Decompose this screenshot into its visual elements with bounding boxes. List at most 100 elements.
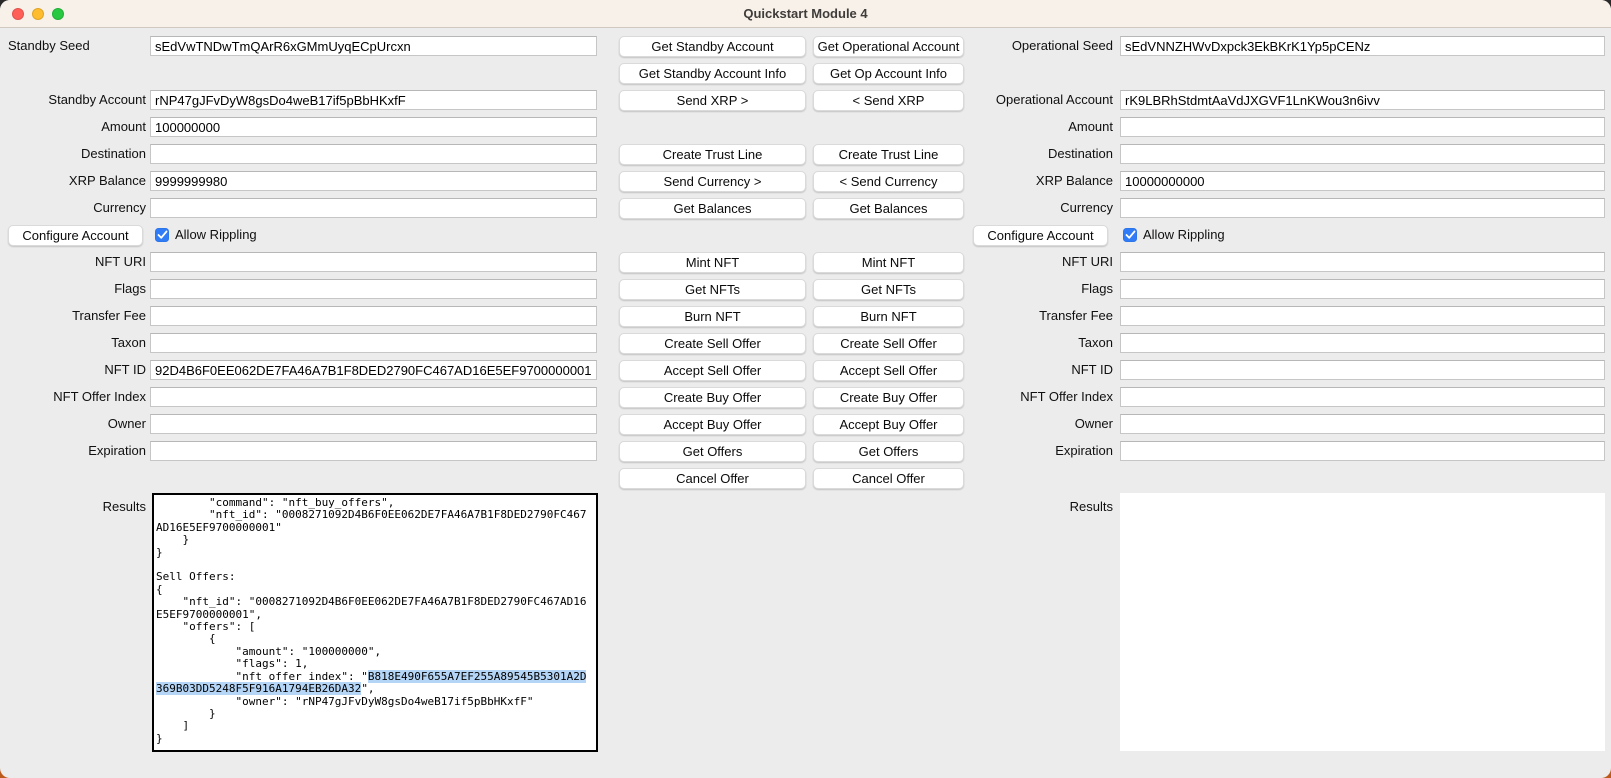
operational-expiration-label: Expiration <box>955 441 1113 461</box>
standby-xrp-balance-label: XRP Balance <box>0 171 146 191</box>
operational-nft-id-input[interactable] <box>1120 360 1605 380</box>
operational-mint-nft-button[interactable]: Mint NFT <box>813 252 964 273</box>
send-xrp-left-button[interactable]: < Send XRP <box>813 90 964 111</box>
standby-owner-input[interactable] <box>150 414 597 434</box>
standby-amount-input[interactable] <box>150 117 597 137</box>
standby-nft-id-input[interactable] <box>150 360 597 380</box>
standby-expiration-label: Expiration <box>0 441 146 461</box>
standby-burn-nft-button[interactable]: Burn NFT <box>619 306 806 327</box>
operational-transfer-fee-input[interactable] <box>1120 306 1605 326</box>
send-currency-left-button[interactable]: < Send Currency <box>813 171 964 192</box>
results-text-before: "command": "nft_buy_offers", "nft_id": "… <box>156 496 586 683</box>
get-operational-account-button[interactable]: Get Operational Account <box>813 36 964 57</box>
operational-create-sell-offer-button[interactable]: Create Sell Offer <box>813 333 964 354</box>
standby-get-balances-button[interactable]: Get Balances <box>619 198 806 219</box>
standby-account-input[interactable] <box>150 90 597 110</box>
standby-get-offers-button[interactable]: Get Offers <box>619 441 806 462</box>
operational-owner-label: Owner <box>955 414 1113 434</box>
standby-taxon-label: Taxon <box>0 333 146 353</box>
standby-taxon-input[interactable] <box>150 333 597 353</box>
standby-nft-offer-index-label: NFT Offer Index <box>0 387 146 407</box>
standby-account-label: Standby Account <box>0 90 146 110</box>
standby-create-sell-offer-button[interactable]: Create Sell Offer <box>619 333 806 354</box>
get-standby-account-button[interactable]: Get Standby Account <box>619 36 806 57</box>
app-window: Quickstart Module 4 Standby Seed Standby… <box>0 0 1611 778</box>
standby-nft-uri-input[interactable] <box>150 252 597 272</box>
operational-amount-input[interactable] <box>1120 117 1605 137</box>
send-xrp-right-button[interactable]: Send XRP > <box>619 90 806 111</box>
title-bar: Quickstart Module 4 <box>0 0 1611 28</box>
standby-transfer-fee-input[interactable] <box>150 306 597 326</box>
operational-expiration-input[interactable] <box>1120 441 1605 461</box>
checkmark-icon <box>1125 230 1136 240</box>
standby-nft-uri-label: NFT URI <box>0 252 146 272</box>
operational-flags-label: Flags <box>955 279 1113 299</box>
operational-account-input[interactable] <box>1120 90 1605 110</box>
operational-cancel-offer-button[interactable]: Cancel Offer <box>813 468 964 489</box>
operational-seed-input[interactable] <box>1120 36 1605 56</box>
operational-nft-offer-index-label: NFT Offer Index <box>955 387 1113 407</box>
operational-amount-label: Amount <box>955 117 1113 137</box>
operational-currency-label: Currency <box>955 198 1113 218</box>
standby-cancel-offer-button[interactable]: Cancel Offer <box>619 468 806 489</box>
window-title: Quickstart Module 4 <box>0 0 1611 28</box>
standby-xrp-balance-input[interactable] <box>150 171 597 191</box>
standby-nft-offer-index-input[interactable] <box>150 387 597 407</box>
operational-destination-label: Destination <box>955 144 1113 164</box>
standby-allow-rippling-checkbox[interactable] <box>155 228 169 242</box>
operational-results-textarea[interactable] <box>1120 493 1605 751</box>
standby-flags-input[interactable] <box>150 279 597 299</box>
standby-accept-sell-offer-button[interactable]: Accept Sell Offer <box>619 360 806 381</box>
operational-nft-id-label: NFT ID <box>955 360 1113 380</box>
operational-xrp-balance-input[interactable] <box>1120 171 1605 191</box>
standby-destination-input[interactable] <box>150 144 597 164</box>
operational-get-nfts-button[interactable]: Get NFTs <box>813 279 964 300</box>
standby-results-label: Results <box>0 497 146 517</box>
operational-nft-uri-label: NFT URI <box>955 252 1113 272</box>
operational-destination-input[interactable] <box>1120 144 1605 164</box>
standby-create-buy-offer-button[interactable]: Create Buy Offer <box>619 387 806 408</box>
standby-create-trust-line-button[interactable]: Create Trust Line <box>619 144 806 165</box>
operational-nft-uri-input[interactable] <box>1120 252 1605 272</box>
operational-account-label: Operational Account <box>955 90 1113 110</box>
operational-accept-sell-offer-button[interactable]: Accept Sell Offer <box>813 360 964 381</box>
standby-nft-id-label: NFT ID <box>0 360 146 380</box>
operational-get-balances-button[interactable]: Get Balances <box>813 198 964 219</box>
standby-transfer-fee-label: Transfer Fee <box>0 306 146 326</box>
standby-results-textarea[interactable]: "command": "nft_buy_offers", "nft_id": "… <box>152 493 598 752</box>
operational-burn-nft-button[interactable]: Burn NFT <box>813 306 964 327</box>
standby-allow-rippling-label: Allow Rippling <box>175 225 257 245</box>
standby-currency-input[interactable] <box>150 198 597 218</box>
operational-seed-label: Operational Seed <box>955 36 1113 56</box>
standby-mint-nft-button[interactable]: Mint NFT <box>619 252 806 273</box>
operational-transfer-fee-label: Transfer Fee <box>955 306 1113 326</box>
standby-flags-label: Flags <box>0 279 146 299</box>
operational-allow-rippling-label: Allow Rippling <box>1143 225 1225 245</box>
get-op-account-info-button[interactable]: Get Op Account Info <box>813 63 964 84</box>
standby-expiration-input[interactable] <box>150 441 597 461</box>
send-currency-right-button[interactable]: Send Currency > <box>619 171 806 192</box>
operational-results-label: Results <box>955 497 1113 517</box>
operational-create-buy-offer-button[interactable]: Create Buy Offer <box>813 387 964 408</box>
standby-seed-input[interactable] <box>150 36 597 56</box>
operational-taxon-label: Taxon <box>955 333 1113 353</box>
standby-amount-label: Amount <box>0 117 146 137</box>
operational-flags-input[interactable] <box>1120 279 1605 299</box>
checkmark-icon <box>157 230 168 240</box>
operational-xrp-balance-label: XRP Balance <box>955 171 1113 191</box>
standby-destination-label: Destination <box>0 144 146 164</box>
operational-allow-rippling-checkbox[interactable] <box>1123 228 1137 242</box>
operational-accept-buy-offer-button[interactable]: Accept Buy Offer <box>813 414 964 435</box>
operational-create-trust-line-button[interactable]: Create Trust Line <box>813 144 964 165</box>
standby-owner-label: Owner <box>0 414 146 434</box>
operational-get-offers-button[interactable]: Get Offers <box>813 441 964 462</box>
standby-configure-account-button[interactable]: Configure Account <box>8 225 143 246</box>
operational-currency-input[interactable] <box>1120 198 1605 218</box>
standby-get-nfts-button[interactable]: Get NFTs <box>619 279 806 300</box>
operational-owner-input[interactable] <box>1120 414 1605 434</box>
get-standby-account-info-button[interactable]: Get Standby Account Info <box>619 63 806 84</box>
operational-taxon-input[interactable] <box>1120 333 1605 353</box>
operational-configure-account-button[interactable]: Configure Account <box>973 225 1108 246</box>
operational-nft-offer-index-input[interactable] <box>1120 387 1605 407</box>
standby-accept-buy-offer-button[interactable]: Accept Buy Offer <box>619 414 806 435</box>
